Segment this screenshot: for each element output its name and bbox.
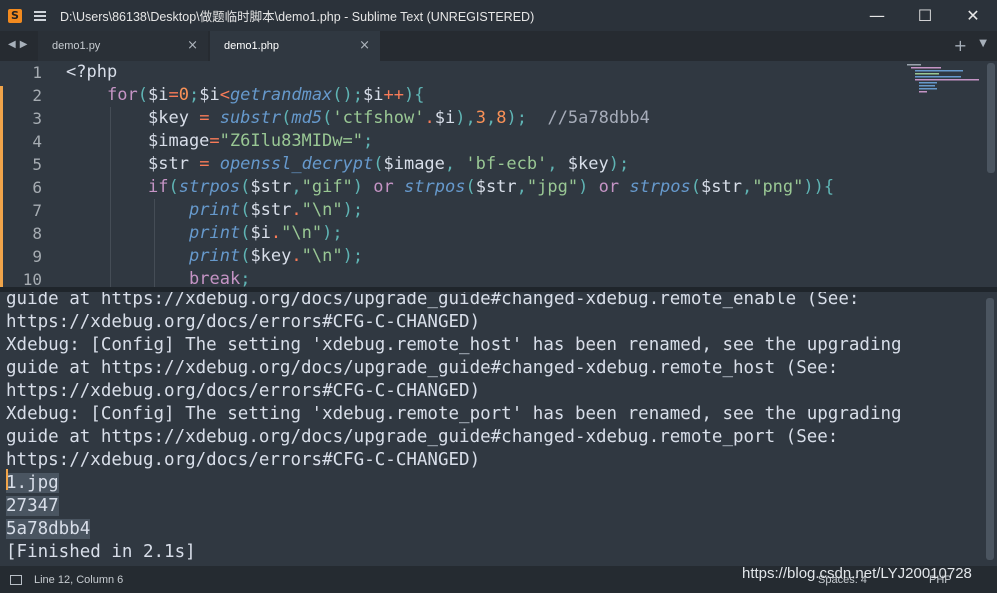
tab-dropdown-icon[interactable]: ▼ <box>979 38 987 49</box>
code-line-7[interactable]: print($str."\n"); <box>66 199 834 222</box>
output-line: guide at https://xdebug.org/docs/upgrade… <box>6 358 839 378</box>
tab-close-icon[interactable]: × <box>359 38 370 53</box>
line-number-gutter: 1 2 3 4 5 6 7 8 9 10 <box>0 61 52 287</box>
output-line: https://xdebug.org/docs/errors#CFG-C-CHA… <box>6 312 481 332</box>
tab-bar: ◀ ▶ demo1.py × demo1.php × + ▼ <box>0 31 997 61</box>
code-line-1[interactable]: <?php <box>66 61 834 84</box>
build-output-panel[interactable]: guide at https://xdebug.org/docs/upgrade… <box>0 292 997 566</box>
code-line-4[interactable]: $image="Z6Ilu83MIDw="; <box>66 130 834 153</box>
sublime-app-icon[interactable]: S <box>8 8 22 23</box>
code-line-9[interactable]: print($key."\n"); <box>66 245 834 268</box>
tab-demo1-py[interactable]: demo1.py × <box>38 31 208 61</box>
line-number: 8 <box>32 224 42 243</box>
code-lines[interactable]: <?php for($i=0;$i<getrandmax();$i++){ $k… <box>66 61 834 287</box>
output-result-line: 5a78dbb4 <box>6 518 902 541</box>
minimap[interactable] <box>907 64 987 94</box>
code-line-8[interactable]: print($i."\n"); <box>66 222 834 245</box>
code-line-2[interactable]: for($i=0;$i<getrandmax();$i++){ <box>66 84 834 107</box>
line-number: 10 <box>22 270 42 287</box>
line-number: 2 <box>32 86 42 105</box>
editor-scrollbar[interactable] <box>987 63 995 173</box>
output-result-line: 27347 <box>6 495 902 518</box>
line-number: 4 <box>32 132 42 151</box>
hamburger-menu-icon[interactable] <box>34 10 46 21</box>
output-text: guide at https://xdebug.org/docs/upgrade… <box>6 292 902 564</box>
line-number: 9 <box>32 247 42 266</box>
line-number: 7 <box>32 201 42 220</box>
minimize-button[interactable]: — <box>853 0 901 31</box>
tab-label: demo1.php <box>224 40 280 52</box>
text-cursor <box>6 469 8 490</box>
tab-close-icon[interactable]: × <box>187 38 198 53</box>
output-result-line: 1.jpg <box>6 472 902 495</box>
panel-toggle-icon[interactable] <box>10 574 22 585</box>
close-window-button[interactable]: ✕ <box>949 0 997 31</box>
code-editor[interactable]: 1 2 3 4 5 6 7 8 9 10 <?php for($i=0;$i<g… <box>0 61 997 287</box>
line-number: 1 <box>32 63 42 82</box>
tab-back-icon[interactable]: ◀ <box>8 39 16 50</box>
watermark: https://blog.csdn.net/LYJ20010728 <box>742 565 972 582</box>
output-line: https://xdebug.org/docs/errors#CFG-C-CHA… <box>6 381 481 401</box>
output-scrollbar[interactable] <box>986 298 994 560</box>
code-line-6[interactable]: if(strpos($str,"gif") or strpos($str,"jp… <box>66 176 834 199</box>
line-number: 3 <box>32 109 42 128</box>
line-number: 6 <box>32 178 42 197</box>
line-number: 5 <box>32 155 42 174</box>
output-line: guide at https://xdebug.org/docs/upgrade… <box>6 292 860 309</box>
cursor-position: Line 12, Column 6 <box>34 573 124 586</box>
new-tab-icon[interactable]: + <box>954 36 967 55</box>
selected-text: 5a78dbb4 <box>6 519 91 539</box>
code-line-5[interactable]: $str = openssl_decrypt($image, 'bf-ecb',… <box>66 153 834 176</box>
code-line-10[interactable]: break; <box>66 268 834 287</box>
tab-forward-icon[interactable]: ▶ <box>20 39 28 50</box>
output-line: Xdebug: [Config] The setting 'xdebug.rem… <box>6 404 902 424</box>
output-finished-line: [Finished in 2.1s] <box>6 542 196 562</box>
window-title: D:\Users\86138\Desktop\做题临时脚本\demo1.php … <box>60 10 535 24</box>
code-line-3[interactable]: $key = substr(md5('ctfshow'.$i),3,8); //… <box>66 107 834 130</box>
title-bar: S D:\Users\86138\Desktop\做题临时脚本\demo1.ph… <box>0 0 997 31</box>
selected-text: 1.jpg <box>6 473 59 493</box>
tab-label: demo1.py <box>52 40 101 52</box>
output-line: Xdebug: [Config] The setting 'xdebug.rem… <box>6 335 902 355</box>
selected-text: 27347 <box>6 496 59 516</box>
output-line: guide at https://xdebug.org/docs/upgrade… <box>6 427 839 447</box>
tab-demo1-php[interactable]: demo1.php × <box>210 31 380 61</box>
output-line: https://xdebug.org/docs/errors#CFG-C-CHA… <box>6 450 481 470</box>
maximize-button[interactable]: ☐ <box>901 0 949 31</box>
